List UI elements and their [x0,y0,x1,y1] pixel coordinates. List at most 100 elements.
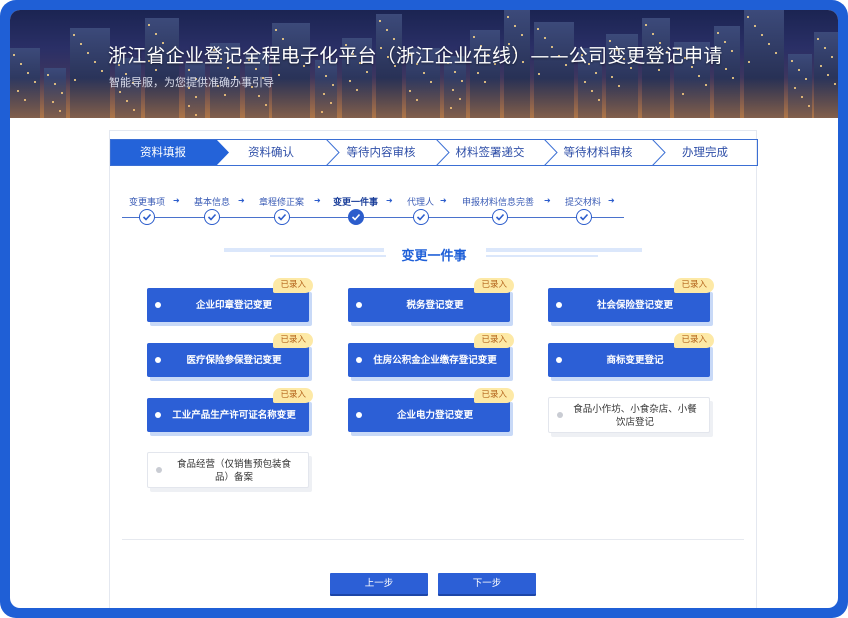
app-window: 浙江省企业登记全程电子化平台（浙江企业在线）——公司变更登记申请 智能导服，为您… [10,10,838,608]
step-chevron-icon [216,139,229,166]
window-light [87,52,89,54]
substep-material-info[interactable]: 申报材料信息完善 [462,195,534,208]
item-label: 社会保险登记变更 [596,299,673,311]
bullet-dot [556,357,562,363]
window-light [645,24,647,26]
entered-badge: 已录入 [674,333,714,348]
check-circle-icon [413,209,429,225]
window-light [325,75,327,77]
step-chevron-icon [436,139,450,166]
section-title: 变更一件事 [401,249,467,264]
bullet-dot [356,302,362,308]
window-light [73,34,75,36]
step-sign-submit[interactable]: 材料签署递交 [436,139,544,166]
window-light [652,33,654,35]
item-label: 食品经营（仅销售预包装食品）备案 [176,459,291,483]
step-fill-info[interactable]: 资料填报 [110,139,216,166]
prev-step-button[interactable]: 上一步 [330,573,428,594]
substep-submit-materials[interactable]: 提交材料 [565,195,601,208]
arrow-right-icon: ➜ [173,196,180,205]
window-light [80,43,82,45]
item-card-tax-change[interactable]: 税务登记变更 已录入 [348,278,514,322]
bullet-dot [556,302,562,308]
item-card-housing-fund[interactable]: 住房公积金企业缴存登记变更 已录入 [348,333,514,377]
step-material-review[interactable]: 等待材料审核 [544,139,652,166]
item-card-food-workshop[interactable]: 食品小作坊、小食杂店、小餐饮店登记 [548,397,710,433]
window-light [791,60,793,62]
window-light [393,38,395,40]
item-card-trademark[interactable]: 商标变更登记 已录入 [548,333,714,377]
window-light [820,65,822,67]
divider [122,539,744,540]
arrow-right-icon: ➜ [386,196,393,205]
window-light [454,71,456,73]
window-light [595,72,597,74]
check-circle-icon [204,209,220,225]
step-content-review[interactable]: 等待内容审核 [326,139,436,166]
step-complete[interactable]: 办理完成 [652,139,758,166]
entered-badge: 已录入 [474,333,514,348]
substep-basic-info[interactable]: 基本信息 [194,195,230,208]
page-title: 浙江省企业登记全程电子化平台（浙江企业在线）——公司变更登记申请 [108,45,723,67]
item-card-production-license[interactable]: 工业产品生产许可证名称变更 已录入 [147,388,313,432]
window-light [717,32,719,34]
arrow-right-icon: ➜ [440,196,447,205]
item-label: 工业产品生产许可证名称变更 [172,409,296,421]
bullet-dot [557,412,563,418]
window-light [255,68,257,70]
item-card-electricity[interactable]: 企业电力登记变更 已录入 [348,388,514,432]
window-light [507,16,509,18]
window-light [366,71,368,73]
check-circle-icon [274,209,290,225]
window-light [473,36,475,38]
window-light [27,72,29,74]
item-card-medical-insurance[interactable]: 医疗保险参保登记变更 已录入 [147,333,313,377]
item-card-seal-change[interactable]: 企业印章登记变更 已录入 [147,278,313,322]
check-circle-icon [576,209,592,225]
window-light [386,29,388,31]
window-light [817,38,819,40]
window-light [379,20,381,22]
item-label: 税务登记变更 [406,299,464,311]
window-light [188,69,190,71]
window-light [47,74,49,76]
next-step-button[interactable]: 下一步 [438,573,536,594]
window-light [20,63,22,65]
window-light [775,52,777,54]
window-light [155,33,157,35]
window-light [94,61,96,63]
window-light [275,29,277,31]
window-light [521,34,523,36]
window-light [544,37,546,39]
substep-change-items[interactable]: 变更事项 [129,195,165,208]
substep-change-one-thing[interactable]: 变更一件事 [333,195,378,208]
window-light [282,38,284,40]
window-light [827,74,829,76]
item-card-food-business[interactable]: 食品经营（仅销售预包装食品）备案 [147,452,309,488]
arrow-right-icon: ➜ [544,196,551,205]
window-light [278,74,280,76]
window-light [798,69,800,71]
window-light [761,34,763,36]
bullet-dot [155,412,161,418]
bullet-dot [356,412,362,418]
step-confirm-info[interactable]: 资料确认 [216,139,326,166]
substep-agent[interactable]: 代理人 [407,195,434,208]
check-circle-current-icon [348,209,364,225]
window-light [537,28,539,30]
entered-badge: 已录入 [273,278,313,293]
arrow-right-icon: ➜ [314,196,321,205]
window-light [658,69,660,71]
check-circle-icon [139,209,155,225]
entered-badge: 已录入 [474,388,514,403]
item-card-social-insurance[interactable]: 社会保险登记变更 已录入 [548,278,714,322]
window-light [148,24,150,26]
bullet-dot [155,357,161,363]
window-light [831,56,833,58]
bullet-dot [356,357,362,363]
arrow-right-icon: ➜ [608,196,615,205]
window-light [731,50,733,52]
window-light [538,73,540,75]
substep-articles-amendment[interactable]: 章程修正案 [259,195,304,208]
entered-badge: 已录入 [674,278,714,293]
